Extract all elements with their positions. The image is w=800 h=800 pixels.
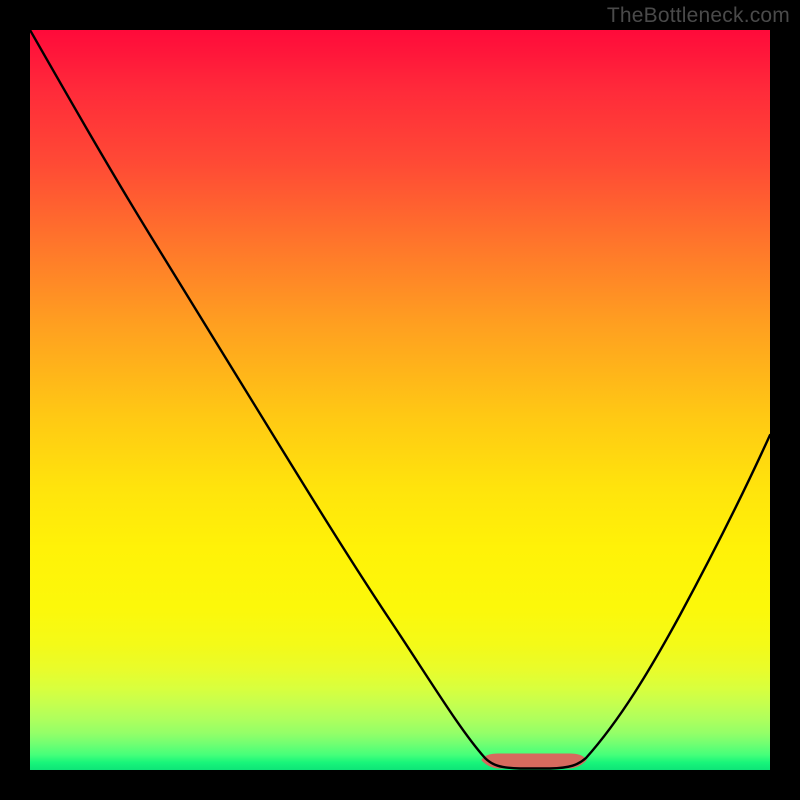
chart-frame: TheBottleneck.com [0, 0, 800, 800]
plot-area [30, 30, 770, 770]
curve-layer [30, 30, 770, 770]
bottleneck-curve [30, 30, 770, 769]
watermark-text: TheBottleneck.com [607, 4, 790, 28]
